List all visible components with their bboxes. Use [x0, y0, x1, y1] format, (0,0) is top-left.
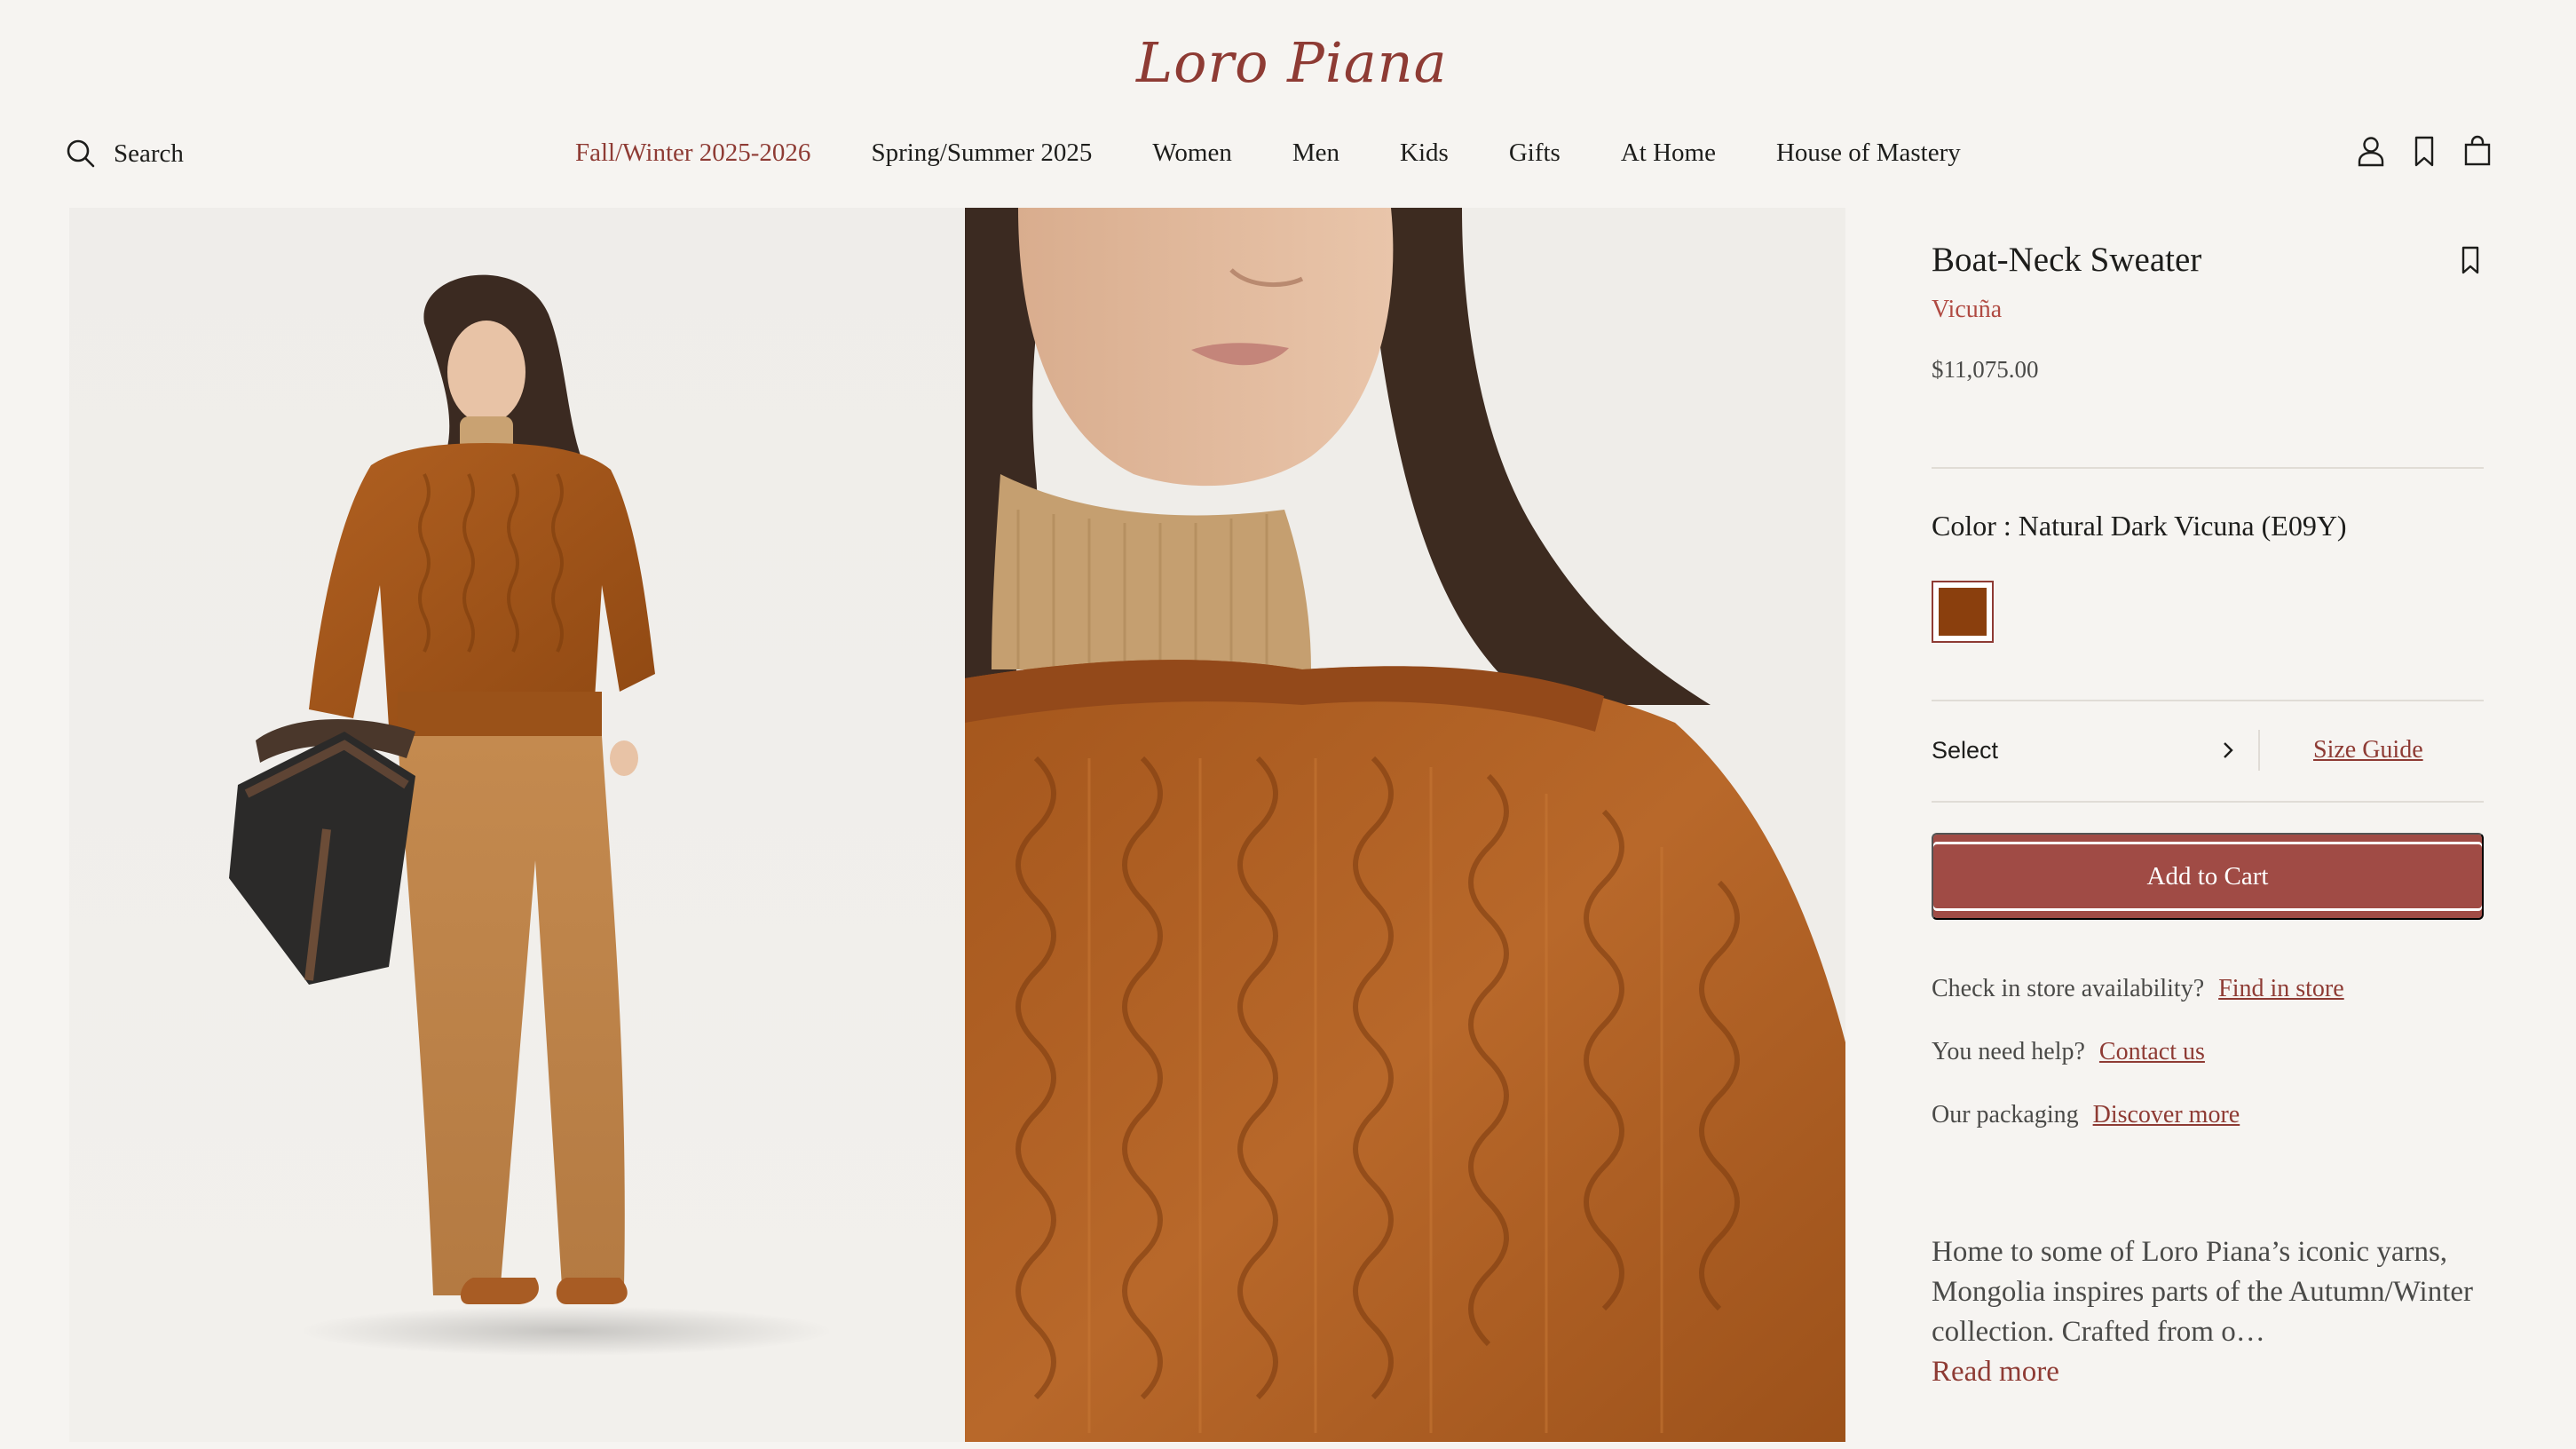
nav-item-spring-summer-2025[interactable]: Spring/Summer 2025 — [871, 139, 1092, 168]
product-title-row: Boat-Neck Sweater — [1932, 240, 2484, 280]
product-info: Boat-Neck Sweater Vicuña $11,075.00 — [1932, 240, 2484, 384]
help-question: You need help? — [1932, 1038, 2085, 1065]
packaging-label: Our packaging — [1932, 1101, 2079, 1128]
nav-item-men[interactable]: Men — [1292, 139, 1339, 168]
nav-item-women[interactable]: Women — [1152, 139, 1231, 168]
search-icon — [67, 139, 95, 168]
bookmark-icon — [2414, 136, 2434, 167]
color-swatch[interactable] — [1932, 581, 1994, 643]
find-in-store-link[interactable]: Find in store — [2218, 975, 2344, 1003]
nav-item-gifts[interactable]: Gifts — [1509, 139, 1561, 168]
nav-item-fall-winter-2025-2026[interactable]: Fall/Winter 2025-2026 — [575, 139, 810, 168]
store-question: Check in store availability? — [1932, 975, 2205, 1002]
product-price: $11,075.00 — [1932, 356, 2039, 383]
close-up-illustration — [965, 208, 1845, 1442]
account-icon — [2358, 137, 2384, 167]
product-image-close-up[interactable] — [965, 208, 1845, 1442]
help-line: You need help? Contact us — [1932, 1038, 2205, 1066]
bookmark-icon[interactable] — [2457, 244, 2484, 276]
divider — [1932, 467, 2484, 469]
divider — [1932, 700, 2484, 701]
shopping-bag-icon — [2464, 135, 2491, 166]
chevron-right-icon — [2224, 742, 2233, 758]
nav-item-kids[interactable]: Kids — [1400, 139, 1449, 168]
packaging-line: Our packaging Discover more — [1932, 1101, 2240, 1129]
product-material: Vicuña — [1932, 296, 2003, 323]
wishlist-button[interactable] — [2409, 133, 2439, 169]
size-select[interactable]: Select — [1932, 737, 2258, 764]
swatch-fill — [1939, 588, 1987, 636]
search-button[interactable]: Search — [66, 139, 184, 169]
brand-wordmark: Loro Piana — [1136, 29, 1448, 95]
cart-button[interactable] — [2462, 133, 2493, 169]
store-availability: Check in store availability? Find in sto… — [1932, 975, 2344, 1003]
header-actions — [2356, 133, 2493, 169]
model-illustration — [229, 274, 833, 1356]
description-text: Home to some of Loro Piana’s iconic yarn… — [1932, 1236, 2474, 1348]
color-label: Color : Natural Dark Vicuna (E09Y) — [1932, 510, 2347, 542]
nav-item-house-of-mastery[interactable]: House of Mastery — [1776, 139, 1961, 168]
separator — [2258, 730, 2260, 771]
size-row: Select Size Guide — [1932, 719, 2484, 781]
read-more-link[interactable]: Read more — [1932, 1352, 2059, 1392]
main-navigation: Fall/Winter 2025-2026 Spring/Summer 2025… — [575, 139, 1961, 168]
brand-logo[interactable]: Loro Piana — [1124, 21, 1447, 103]
discover-more-link[interactable]: Discover more — [2093, 1101, 2240, 1129]
search-label: Search — [114, 139, 184, 168]
size-guide-link[interactable]: Size Guide — [2313, 736, 2423, 764]
product-image-full-length[interactable] — [69, 208, 964, 1442]
account-button[interactable] — [2356, 133, 2386, 169]
size-select-label: Select — [1932, 736, 1999, 764]
nav-item-at-home[interactable]: At Home — [1621, 139, 1716, 168]
product-title: Boat-Neck Sweater — [1932, 241, 2202, 279]
contact-us-link[interactable]: Contact us — [2099, 1038, 2205, 1066]
product-description: Home to some of Loro Piana’s iconic yarn… — [1932, 1232, 2484, 1392]
add-to-cart-button[interactable]: Add to Cart — [1932, 833, 2484, 920]
divider — [1932, 801, 2484, 803]
